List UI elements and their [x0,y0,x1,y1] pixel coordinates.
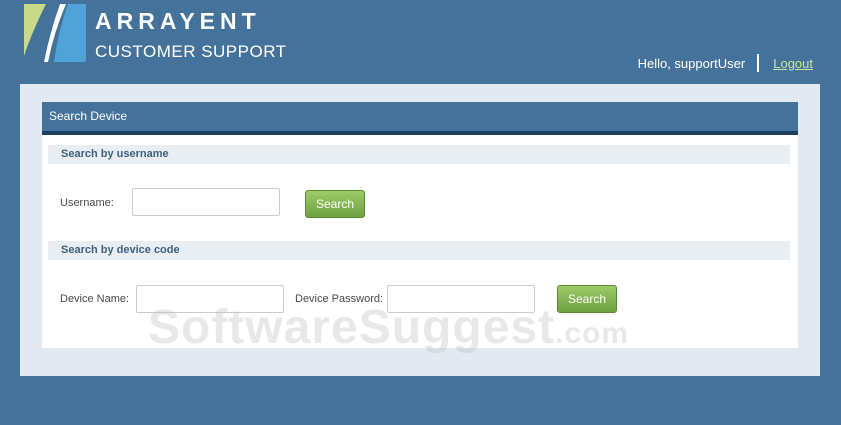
section-heading-device-code: Search by device code [48,241,790,260]
app-header: ARRAYENT CUSTOMER SUPPORT Hello, support… [0,0,841,82]
section-heading-username: Search by username [48,145,790,164]
watermark-suffix: .com [555,317,630,350]
arrayent-logo-icon [24,4,86,62]
user-greeting: Hello, supportUser [637,55,746,71]
device-name-label: Device Name: [60,293,130,305]
header-divider [757,54,760,72]
user-area: Hello, supportUser Logout [638,54,813,72]
watermark: SoftwareSuggest.com [148,300,629,355]
watermark-text: SoftwareSuggest [148,301,556,354]
search-by-username-button[interactable]: Search [305,190,365,218]
brand-subtitle: CUSTOMER SUPPORT [95,42,287,61]
panel-title: Search Device [42,102,798,135]
brand-name: ARRAYENT [95,8,261,34]
username-label: Username: [60,197,114,209]
username-input[interactable] [132,188,280,216]
logout-link[interactable]: Logout [773,56,813,71]
